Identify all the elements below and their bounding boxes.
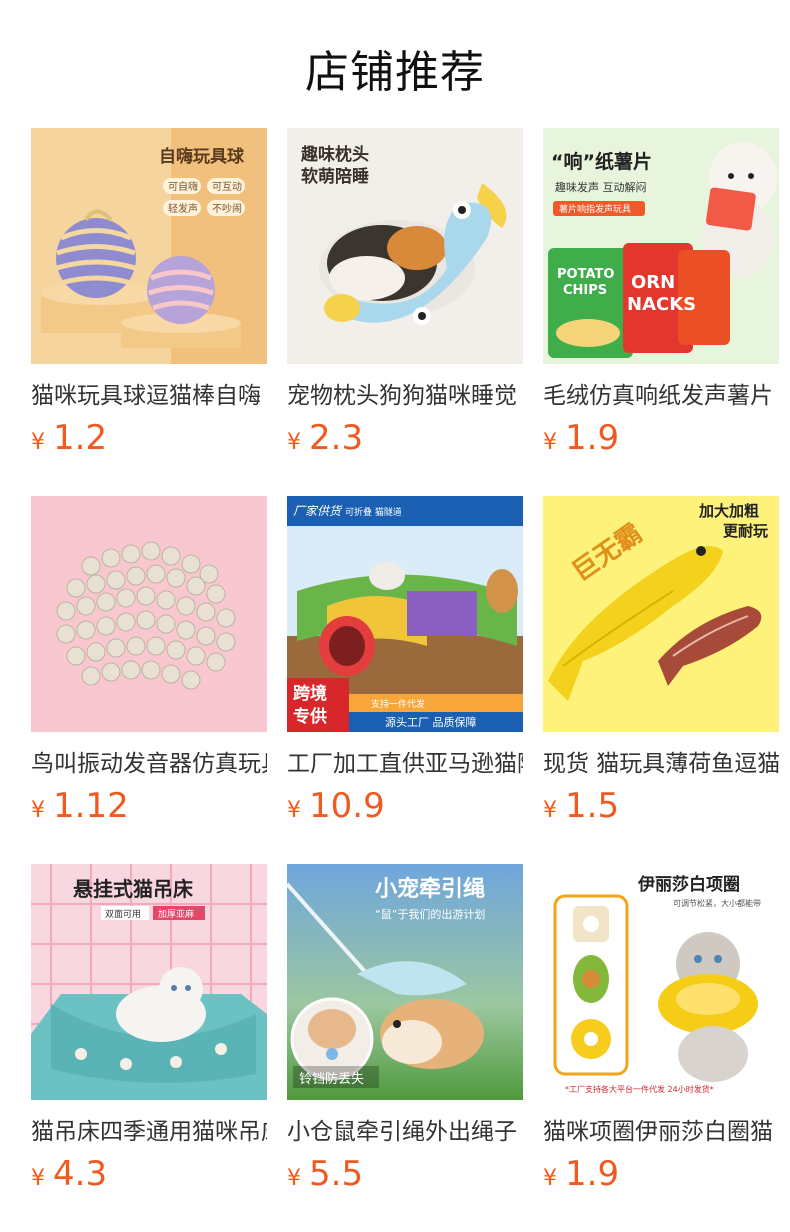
product-image-cat-tunnel[interactable]: 厂家供货 可折叠 猫隧道 跨境 专供 支持一件代发 源头工厂 品质保障 [287,496,523,732]
product-name[interactable]: 工厂加工直供亚马逊猫隧道 [287,748,523,780]
product-name[interactable]: 小仓鼠牵引绳外出绳子 [287,1116,523,1148]
svg-text:*工厂支持各大平台一件代发 24小时发货*: *工厂支持各大平台一件代发 24小时发货* [565,1084,714,1094]
currency-symbol: ¥ [287,430,301,455]
svg-text:薯片响指发声玩具: 薯片响指发声玩具 [559,203,631,215]
price-value: 1.2 [53,418,108,458]
price-value: 10.9 [309,786,385,826]
currency-symbol: ¥ [287,798,301,823]
product-image-chips-plush[interactable]: “响”纸薯片 趣味发声 互动解闷 薯片响指发声玩具 POTATO CHIPS O… [543,128,779,364]
currency-symbol: ¥ [31,1166,45,1191]
currency-symbol: ¥ [543,430,557,455]
svg-text:更耐玩: 更耐玩 [723,522,768,540]
product-image-pet-pillow[interactable]: 趣味枕头 软萌陪睡 [287,128,523,364]
price-value: 1.12 [53,786,129,826]
svg-text:可折叠 猫隧道: 可折叠 猫隧道 [345,506,402,518]
product-image-cat-toy-ball[interactable]: 自嗨玩具球 可自嗨 可互动 轻发声 不吵闹 [31,128,267,364]
product-name[interactable]: 毛绒仿真响纸发声薯片 [543,380,779,412]
product-image-elizabeth-collar[interactable]: 伊丽莎白项圈 可调节松紧，大小都能带 *工厂支持各大平台一件代发 24小时发货* [543,864,779,1100]
svg-text:“鼠”于我们的出游计划: “鼠”于我们的出游计划 [375,907,485,921]
currency-symbol: ¥ [31,430,45,455]
product-price: ¥1.9 [543,418,619,458]
section-title: 店铺推荐 [305,47,485,98]
svg-text:趣味枕头: 趣味枕头 [300,144,369,165]
product-price: ¥10.9 [287,786,385,826]
price-value: 1.5 [565,786,620,826]
svg-text:厂家供货: 厂家供货 [293,504,343,518]
product-price: ¥1.9 [543,1154,619,1194]
svg-text:POTATO: POTATO [557,267,614,282]
svg-text:铃铛防丢失: 铃铛防丢失 [299,1071,364,1087]
svg-text:跨境: 跨境 [293,683,327,704]
price-value: 1.9 [565,418,620,458]
svg-text:专供: 专供 [293,706,327,727]
svg-text:伊丽莎白项圈: 伊丽莎白项圈 [637,874,740,895]
product-image-hamster-leash[interactable]: 小宠牵引绳 “鼠”于我们的出游计划 铃铛防丢失 [287,864,523,1100]
product-image-cat-hammock[interactable]: 悬挂式猫吊床 双面可用 加厚亚麻 [31,864,267,1100]
product-name[interactable]: 宠物枕头狗狗猫咪睡觉 [287,380,523,412]
svg-text:悬挂式猫吊床: 悬挂式猫吊床 [73,877,194,901]
currency-symbol: ¥ [543,1166,557,1191]
price-value: 5.5 [309,1154,364,1194]
svg-text:趣味发声 互动解闷: 趣味发声 互动解闷 [555,180,647,194]
product-name[interactable]: 猫咪玩具球逗猫棒自嗨 [31,380,267,412]
product-price: ¥1.5 [543,786,619,826]
product-price: ¥2.3 [287,418,363,458]
svg-text:支持一件代发: 支持一件代发 [371,698,425,710]
currency-symbol: ¥ [287,1166,301,1191]
svg-text:CHIPS: CHIPS [563,283,607,298]
image-headline: 自嗨玩具球 [159,146,245,167]
svg-text:不吵闹: 不吵闹 [212,202,242,215]
svg-text:加大加粗: 加大加粗 [698,502,759,520]
product-price: ¥4.3 [31,1154,107,1194]
product-image-catnip-fish[interactable]: 加大加粗 更耐玩 巨无霸 [543,496,779,732]
product-name[interactable]: 猫咪项圈伊丽莎白圈猫 [543,1116,779,1148]
product-price: ¥1.2 [31,418,107,458]
currency-symbol: ¥ [31,798,45,823]
store-recommendation-page: 店铺推荐 自嗨玩具球 可自嗨 可互动 轻发声 不吵闹 猫咪玩具球逗猫棒自嗨 ¥ … [0,0,790,1232]
svg-text:小宠牵引绳: 小宠牵引绳 [375,876,485,902]
svg-text:加厚亚麻: 加厚亚麻 [158,908,194,920]
price-value: 2.3 [309,418,364,458]
svg-text:可互动: 可互动 [212,181,242,193]
price-value: 4.3 [53,1154,108,1194]
price-value: 1.9 [565,1154,620,1194]
svg-text:NACKS: NACKS [627,294,696,315]
product-image-bird-sound-toy[interactable] [31,496,267,732]
svg-text:可自嗨: 可自嗨 [168,180,198,193]
svg-text:可调节松紧，大小都能带: 可调节松紧，大小都能带 [673,898,761,908]
svg-text:软萌陪睡: 软萌陪睡 [301,166,369,187]
svg-text:轻发声: 轻发声 [168,202,198,215]
svg-text:“响”纸薯片: “响”纸薯片 [551,150,652,173]
product-name[interactable]: 鸟叫振动发音器仿真玩具 [31,748,267,780]
svg-text:ORN: ORN [631,272,675,293]
product-price: ¥1.12 [31,786,129,826]
svg-text:源头工厂 品质保障: 源头工厂 品质保障 [385,715,477,729]
svg-text:双面可用: 双面可用 [105,909,141,920]
product-name[interactable]: 猫吊床四季通用猫咪吊床 [31,1116,267,1148]
product-name[interactable]: 现货 猫玩具薄荷鱼逗猫 [543,748,779,780]
currency-symbol: ¥ [543,798,557,823]
product-price: ¥5.5 [287,1154,363,1194]
